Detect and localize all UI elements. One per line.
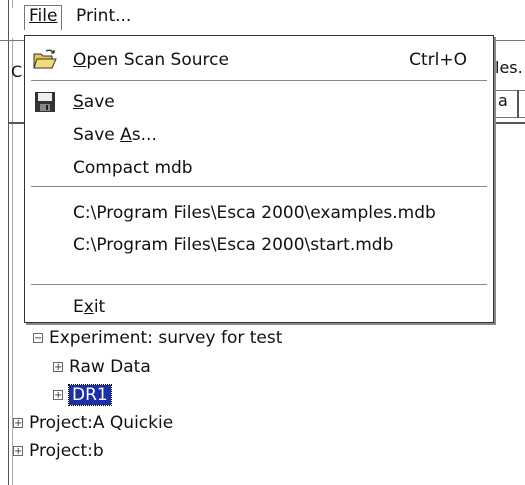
menu-item-compact-mdb[interactable]: Compact mdb <box>25 152 493 184</box>
menu-file-label: File <box>29 6 58 26</box>
menu-separator <box>31 80 487 82</box>
tree-item-experiment[interactable]: − Experiment: survey for test <box>33 328 282 348</box>
collapse-icon[interactable]: − <box>33 333 43 344</box>
menu-item-label: Save <box>73 92 115 112</box>
tree-item-label: Project:A Quickie <box>29 413 174 433</box>
background-partial-text-left: C <box>11 62 23 81</box>
expand-icon[interactable]: + <box>53 390 63 401</box>
menu-separator <box>31 284 487 286</box>
menu-separator <box>31 186 487 188</box>
expand-icon[interactable]: + <box>13 418 23 429</box>
menu-item-recent-file-1[interactable]: C:\Program Files\Esca 2000\examples.mdb <box>25 197 493 229</box>
floppy-disk-icon <box>35 92 55 112</box>
tree-item-label-selected: DR1 <box>68 384 112 406</box>
menu-file[interactable]: File <box>24 5 63 30</box>
menu-item-label: Exit <box>73 297 106 317</box>
menu-item-save[interactable]: Save <box>25 86 493 118</box>
menu-item-recent-file-2[interactable]: C:\Program Files\Esca 2000\start.mdb <box>25 229 493 261</box>
tree-item-label: Project:b <box>29 441 104 461</box>
expand-icon[interactable]: + <box>13 446 23 457</box>
menu-item-label: Save As... <box>73 125 157 145</box>
file-menu-dropdown: Open Scan Source Ctrl+O Save Save As... … <box>24 35 494 323</box>
menu-item-label: C:\Program Files\Esca 2000\examples.mdb <box>73 203 436 223</box>
open-folder-icon <box>33 49 57 69</box>
tree-item-label: Experiment: survey for test <box>49 328 283 348</box>
menu-item-label: Compact mdb <box>73 158 193 178</box>
background-partial-text-right: les. <box>495 58 523 77</box>
tree-item-project-b[interactable]: + Project:b <box>13 441 104 461</box>
menu-item-shortcut: Ctrl+O <box>409 50 467 70</box>
menu-item-save-as[interactable]: Save As... <box>25 119 493 151</box>
expand-icon[interactable]: + <box>53 362 63 373</box>
tree-item-label: Raw Data <box>69 357 151 377</box>
menu-item-exit[interactable]: Exit <box>25 291 493 323</box>
tree-item-project-a-quickie[interactable]: + Project:A Quickie <box>13 413 173 433</box>
tree-item-raw-data[interactable]: + Raw Data <box>53 357 151 377</box>
menu-item-label: Open Scan Source <box>73 50 229 70</box>
menu-item-label: C:\Program Files\Esca 2000\start.mdb <box>73 235 394 255</box>
tree-item-dr1[interactable]: + DR1 <box>53 384 112 406</box>
background-tab-label: a <box>498 91 508 110</box>
menu-print[interactable]: Print... <box>76 6 131 26</box>
menu-item-open-scan-source[interactable]: Open Scan Source Ctrl+O <box>25 44 493 76</box>
background-tab-edge <box>517 90 525 118</box>
